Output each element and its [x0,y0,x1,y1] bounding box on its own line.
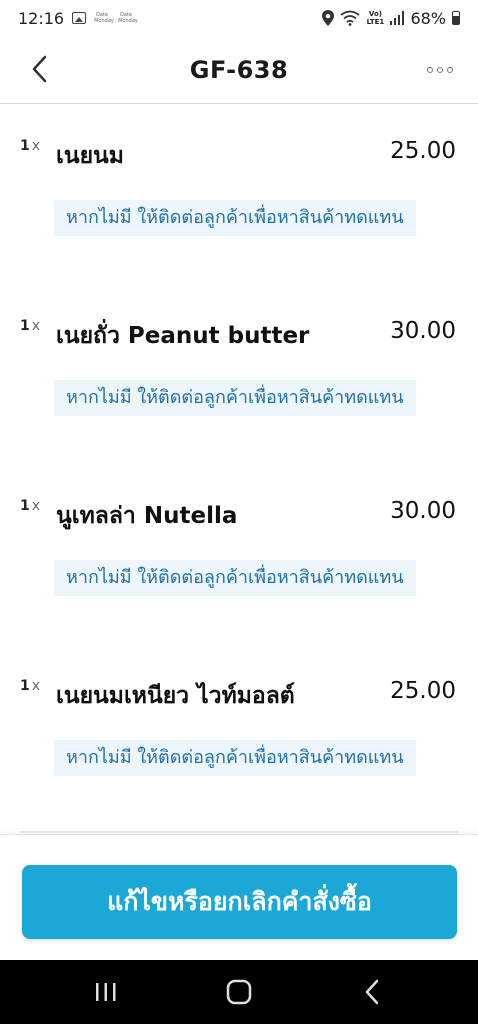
item-name: เนยนมเหนียว ไวท์มอลต์ [56,683,295,709]
more-dot-icon [437,67,443,73]
quantity-value: 1 [20,678,30,694]
nav-back-button[interactable] [342,970,402,1014]
more-options-button[interactable] [420,56,460,84]
status-bar: 12:16 Date Monday Date Monday Vo) LTE1 6… [0,0,478,36]
item-price: 25.00 [390,138,456,164]
page-title: GF-638 [189,55,289,84]
quantity-separator: x [31,498,41,514]
header: GF-638 [0,36,478,104]
order-item: 1x เนยถั่ว Peanut butter 30.00 หากไม่มี … [0,284,478,464]
substitution-note: หากไม่มี ให้ติดต่อลูกค้าเพื่อหาสินค้าทดแ… [54,560,416,596]
recents-icon [96,983,116,1001]
footer: แก้ไขหรือยกเลิกคำสั่งซื้อ [0,834,478,960]
item-price: 30.00 [390,498,456,524]
nav-home-button[interactable] [209,970,269,1014]
item-price: 25.00 [390,678,456,704]
order-item: 1x เนยนมเหนียว ไวท์มอลต์ 25.00 หากไม่มี … [0,644,478,824]
wifi-icon [340,10,360,26]
quantity-value: 1 [20,138,30,154]
item-quantity: 1x [20,318,40,334]
list-divider [20,831,458,833]
item-name: เนยถั่ว Peanut butter [56,323,310,349]
battery-percent: 68% [410,8,446,28]
item-name: เนยนม [56,143,124,169]
notification-label-2: Date Monday [118,12,138,24]
item-quantity: 1x [20,498,40,514]
back-button[interactable] [22,52,56,86]
order-item: 1x นูเทลล่า Nutella 30.00 หากไม่มี ให้ติ… [0,464,478,644]
notification-label-1: Date Monday [94,12,114,24]
substitution-note: หากไม่มี ให้ติดต่อลูกค้าเพื่อหาสินค้าทดแ… [54,200,416,236]
item-price: 30.00 [390,318,456,344]
quantity-separator: x [31,138,41,154]
gallery-icon [72,12,87,24]
item-name: นูเทลล่า Nutella [56,503,238,529]
lte-label: Vo) LTE1 [366,10,385,26]
substitution-note: หากไม่มี ให้ติดต่อลูกค้าเพื่อหาสินค้าทดแ… [54,380,416,416]
more-dot-icon [447,67,453,73]
home-icon [226,979,252,1005]
order-item: 1x เนยนม 25.00 หากไม่มี ให้ติดต่อลูกค้าเ… [0,104,478,284]
battery-icon [452,11,460,25]
nav-recents-button[interactable] [76,970,136,1014]
status-time: 12:16 [18,8,65,28]
quantity-value: 1 [20,498,30,514]
back-icon [365,979,378,1005]
item-quantity: 1x [20,678,40,694]
status-right: Vo) LTE1 68% [322,9,460,28]
status-left: 12:16 Date Monday Date Monday [18,8,138,28]
quantity-separator: x [31,318,41,334]
system-nav-bar [0,960,478,1024]
item-quantity: 1x [20,138,40,154]
edit-or-cancel-order-button[interactable]: แก้ไขหรือยกเลิกคำสั่งซื้อ [22,865,457,939]
signal-icon [390,11,405,25]
more-dot-icon [427,67,433,73]
order-items-list[interactable]: 1x เนยนม 25.00 หากไม่มี ให้ติดต่อลูกค้าเ… [0,104,478,834]
substitution-note: หากไม่มี ให้ติดต่อลูกค้าเพื่อหาสินค้าทดแ… [54,740,416,776]
location-icon [322,10,335,26]
quantity-separator: x [31,678,41,694]
chevron-left-icon [32,55,47,83]
quantity-value: 1 [20,318,30,334]
